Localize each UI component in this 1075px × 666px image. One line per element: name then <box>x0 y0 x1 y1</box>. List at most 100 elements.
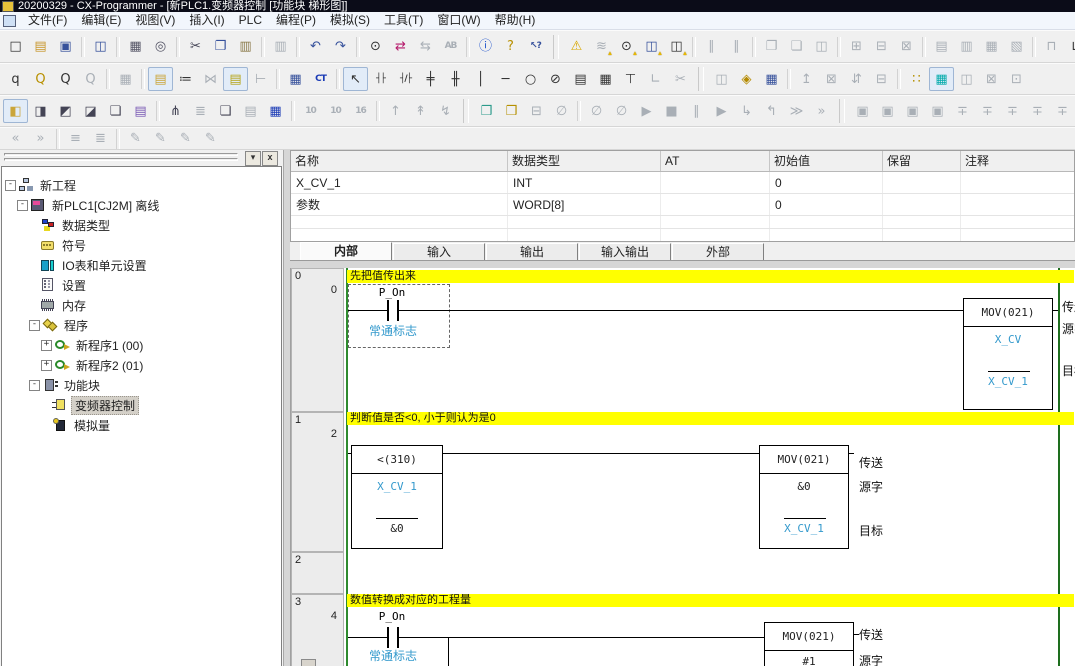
contact-symbol[interactable] <box>397 627 399 648</box>
new-closed-contact-icon[interactable]: ┤∕├ <box>393 67 418 91</box>
rung-comment[interactable]: 数值转换成对应的工程量 <box>347 594 1074 607</box>
monitor-hex-display-icon[interactable]: 16 <box>348 99 373 123</box>
tree-item-label[interactable]: 模拟量 <box>71 417 113 434</box>
table-cell[interactable]: WORD[8] <box>508 194 661 215</box>
edit-fb-icon[interactable]: ◫ <box>709 67 734 91</box>
tree-expand-toggle[interactable]: + <box>41 340 52 351</box>
column-header[interactable]: 注释 <box>961 151 1075 171</box>
monitor-icon[interactable]: ⊙▲ <box>614 35 639 59</box>
tree-item-label[interactable]: 符号 <box>59 237 89 254</box>
monitor-view-icon[interactable]: ▦ <box>929 67 954 91</box>
table-cell[interactable] <box>291 229 508 241</box>
table-cell[interactable] <box>961 229 1075 241</box>
tree-item-label[interactable]: 程序 <box>61 317 91 334</box>
menu-view[interactable]: 视图(V) <box>128 12 182 29</box>
bookmark-set-icon[interactable]: ✎ <box>123 129 148 149</box>
tree-expand-toggle[interactable]: - <box>29 380 40 391</box>
partial-download-icon[interactable]: ⊞ <box>844 35 869 59</box>
instruction-operand[interactable]: X_CV <box>964 333 1052 346</box>
forced-status-icon[interactable]: ▦ <box>979 35 1004 59</box>
outdent-rung-icon[interactable]: « <box>3 129 28 149</box>
compile-program-icon[interactable]: ◈ <box>734 67 759 91</box>
tree-item-iotable[interactable]: IO表和单元设置 <box>2 255 281 275</box>
mdi-child-icon[interactable] <box>3 15 16 27</box>
symbol-bar-icon[interactable]: ⊢ <box>248 67 273 91</box>
cut-icon[interactable]: ✂ <box>183 35 208 59</box>
find-options-icon[interactable]: ⇄ <box>388 35 413 59</box>
tree-item-datatype[interactable]: 数据类型 <box>2 215 281 235</box>
tree-item-settings[interactable]: 设置 <box>2 275 281 295</box>
show-project-workspace-icon[interactable]: ◧ <box>3 99 28 123</box>
compile-all-icon[interactable]: ▦ <box>759 67 784 91</box>
column-header[interactable]: 数据类型 <box>508 151 661 171</box>
align-list-icon[interactable]: ≡ <box>63 129 88 149</box>
breakpoint-clear-icon[interactable]: ▣ <box>875 99 900 123</box>
bookmark-clear-icon[interactable]: ✎ <box>198 129 223 149</box>
paste-icon[interactable]: ▥ <box>233 35 258 59</box>
monitor-signed-decimal-icon[interactable]: 10 <box>323 99 348 123</box>
monitor-cancel-icon[interactable]: ⊠ <box>979 67 1004 91</box>
contact-label[interactable]: P_On <box>358 286 426 299</box>
align-top-icon[interactable]: ≣ <box>88 129 113 149</box>
tab-output[interactable]: 输出 <box>486 243 578 260</box>
table-cell[interactable] <box>770 216 883 228</box>
table-cell[interactable]: 参数 <box>291 194 508 215</box>
rung-comment[interactable]: 先把值传出来 <box>347 270 1074 283</box>
new-horizontal-line-icon[interactable]: ─ <box>493 67 518 91</box>
tree-item-label[interactable]: 内存 <box>59 297 89 314</box>
simulation-pause-icon[interactable]: ∥ <box>684 99 709 123</box>
table-cell[interactable] <box>661 216 770 228</box>
tree-item-program-item[interactable]: +新程序1 (00) <box>2 335 281 355</box>
diff-monitor-3-icon[interactable]: ∓ <box>1000 99 1025 123</box>
find-icon[interactable]: ⊙ <box>363 35 388 59</box>
save-icon[interactable]: ▣ <box>53 35 78 59</box>
rung-margin[interactable]: 1 2 <box>291 412 344 552</box>
table-cell[interactable]: INT <box>508 172 661 193</box>
bookmark-prev-icon[interactable]: ✎ <box>173 129 198 149</box>
instruction-operand[interactable]: X_CV_1 <box>352 480 442 493</box>
tree-item-label[interactable]: IO表和单元设置 <box>59 257 150 274</box>
rung-comment[interactable]: 判断值是否<0, 小于则认为是0 <box>347 412 1074 425</box>
diff-monitor-1-icon[interactable]: ∓ <box>950 99 975 123</box>
new-file-icon[interactable]: □ <box>3 35 28 59</box>
pause-simulation-b-icon[interactable]: ∅ <box>609 99 634 123</box>
differentiate-instruction-icon[interactable]: ⊤ <box>618 67 643 91</box>
column-header[interactable]: AT <box>661 151 770 171</box>
tree-expand-toggle[interactable]: - <box>5 180 16 191</box>
continuous-step-run-icon[interactable]: ≫ <box>784 99 809 123</box>
mov-instruction-box[interactable]: MOV(021) &0 X_CV_1 <box>759 445 849 549</box>
horizontal-scrollbar[interactable] <box>301 659 316 666</box>
mnemonic-view-icon[interactable]: ▦ <box>283 67 308 91</box>
new-contact-icon[interactable]: ┤├ <box>368 67 393 91</box>
table-cell[interactable]: 0 <box>770 172 883 193</box>
step-out-icon[interactable]: ↰ <box>759 99 784 123</box>
tree-item-label[interactable]: 数据类型 <box>59 217 113 234</box>
tree-item-label[interactable]: 新PLC1[CJ2M] 离线 <box>49 197 162 214</box>
cross-reference-report-icon[interactable]: ⋔ <box>163 99 188 123</box>
indent-rung-icon[interactable]: » <box>28 129 53 149</box>
show-cross-reference-icon[interactable]: ◪ <box>78 99 103 123</box>
open-file-icon[interactable]: ▤ <box>28 35 53 59</box>
transfer-to-plc-icon[interactable]: ◫▲ <box>639 35 664 59</box>
help-icon[interactable]: ? <box>498 35 523 59</box>
tree-item-fb-ladder[interactable]: 变频器控制 <box>2 395 281 415</box>
zoom-in-icon[interactable]: Q <box>28 67 53 91</box>
new-vertical-line-icon[interactable]: │ <box>468 67 493 91</box>
rung-margin[interactable]: 3 4 <box>291 594 344 666</box>
force-off-icon[interactable]: ↟ <box>408 99 433 123</box>
online-edit-release-icon[interactable]: ⊟ <box>869 67 894 91</box>
new-or-contact-icon[interactable]: ╪ <box>418 67 443 91</box>
force-on-icon[interactable]: ↑ <box>383 99 408 123</box>
diff-monitor-4-icon[interactable]: ∓ <box>1025 99 1050 123</box>
tree-item-project[interactable]: -新工程 <box>2 175 281 195</box>
new-closed-or-contact-icon[interactable]: ╫ <box>443 67 468 91</box>
zoom-small-icon[interactable]: q <box>3 67 28 91</box>
menu-window[interactable]: 窗口(W) <box>430 12 487 29</box>
tree-item-label[interactable]: 设置 <box>59 277 89 294</box>
tab-internal[interactable]: 内部 <box>300 242 392 260</box>
table-cell[interactable] <box>961 172 1075 193</box>
tree-item-symbols[interactable]: 符号 <box>2 235 281 255</box>
menu-insert[interactable]: 插入(I) <box>182 12 231 29</box>
tree-item-plc[interactable]: -新PLC1[CJ2M] 离线 <box>2 195 281 215</box>
compare-instruction-box[interactable]: <(310) X_CV_1 &0 <box>351 445 443 549</box>
